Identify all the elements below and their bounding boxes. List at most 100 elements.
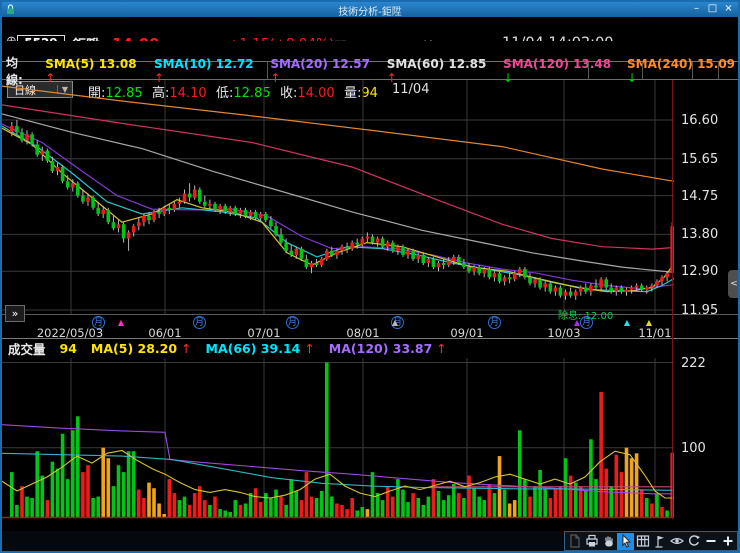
candle [228,207,232,212]
volume-bar [81,472,85,518]
volume-bar [518,430,522,518]
cursor-button[interactable] [617,532,634,550]
candle [152,211,156,221]
pan-hand-button[interactable] [600,533,617,550]
volume-ma-item: MA(5) 28.20 ↑ [91,341,192,356]
candle [634,285,639,288]
volume-bar [553,489,558,518]
candle [71,183,75,188]
zoom-in-button[interactable] [719,533,736,550]
volume-axis-label: 222 [681,356,706,371]
volume-bar [482,500,486,518]
volume-title: 成交量 [8,342,46,357]
volume-bar [96,496,100,518]
volume-bar [137,489,141,518]
candle [614,287,619,292]
volume-bar [512,500,517,518]
candle [492,273,497,278]
title-bar[interactable]: 技術分析-鉅陞 – □ × [2,2,738,18]
volume-bar [492,493,497,518]
candle [304,258,309,268]
sma-legend-row: 均線: SMA(5) 13.08 ↑ SMA(10) 12.72 ↑ SMA(20) … [2,56,738,87]
refresh-button[interactable] [685,533,702,550]
maximize-button[interactable]: □ [705,2,720,15]
volume-bar [314,498,319,518]
volume-bar [487,484,492,518]
volume-bar [279,496,283,518]
volume-bar [157,503,161,518]
volume-chart[interactable] [2,358,674,519]
volume-bar [650,503,654,518]
volume-bar [101,447,105,518]
volume-bar [543,489,547,518]
volume-bar [533,486,537,518]
close-button[interactable]: × [721,2,736,15]
print-icon [585,534,598,547]
horizontal-scrollbar[interactable]: < > [2,519,738,531]
candle [452,256,456,261]
volume-bar [614,454,619,518]
data-table-icon [636,535,649,547]
volume-bar [167,479,172,518]
volume-bar [604,468,608,518]
volume-bar [40,475,45,518]
volume-bar [340,504,344,518]
volume-bar [126,451,131,518]
divider [588,62,589,79]
volume-bar [172,493,177,518]
candle [45,150,50,161]
candle [192,189,197,198]
volume-bar [192,493,197,518]
candle [65,181,70,188]
candle [655,281,659,286]
candle [568,291,573,296]
candle [101,209,105,214]
print-button[interactable] [583,533,600,550]
volume-bar [187,504,192,518]
candle [416,254,420,259]
export-button[interactable] [566,533,583,550]
candle [137,222,141,227]
candle [604,279,608,288]
volume-bar [655,493,659,518]
volume-bar [370,472,375,518]
candle [355,242,359,245]
collapse-panel-tab[interactable]: < [728,270,738,298]
candle [401,246,405,255]
candle [624,289,629,292]
candle [213,203,217,210]
volume-bar [457,493,461,518]
candle [106,209,111,223]
data-table-button[interactable] [634,533,651,550]
expand-toolbar-button[interactable]: » [5,305,25,322]
volume-bar [25,496,29,518]
volume-bar [10,472,14,518]
volume-bar [258,502,263,518]
candle [203,201,207,206]
volume-bar [319,491,324,518]
main-price-chart[interactable] [2,80,674,314]
volume-bar [594,479,598,518]
volume-bar [71,430,75,518]
candle [350,242,354,249]
volume-bar [335,503,339,518]
candle [335,250,339,255]
eye-button[interactable] [668,533,685,550]
zoom-out-button[interactable] [702,533,719,550]
volume-bar [406,502,410,518]
volume-bar [629,458,634,518]
volume-bar [264,493,268,518]
candle [558,287,563,296]
sma-label: SMA(5) 13.08 [45,56,137,71]
up-arrow-icon: ↑ [300,341,315,356]
minimize-button[interactable]: – [689,2,704,15]
candle [60,167,65,182]
volume-bar [441,500,446,518]
flag-measure-icon [655,536,664,548]
candle [594,285,598,288]
volume-bar [431,479,436,518]
sma-label: SMA(60) 12.85 [386,56,487,71]
flag-measure-button[interactable] [651,533,668,550]
candle [548,283,553,292]
volume-bar [131,451,136,518]
